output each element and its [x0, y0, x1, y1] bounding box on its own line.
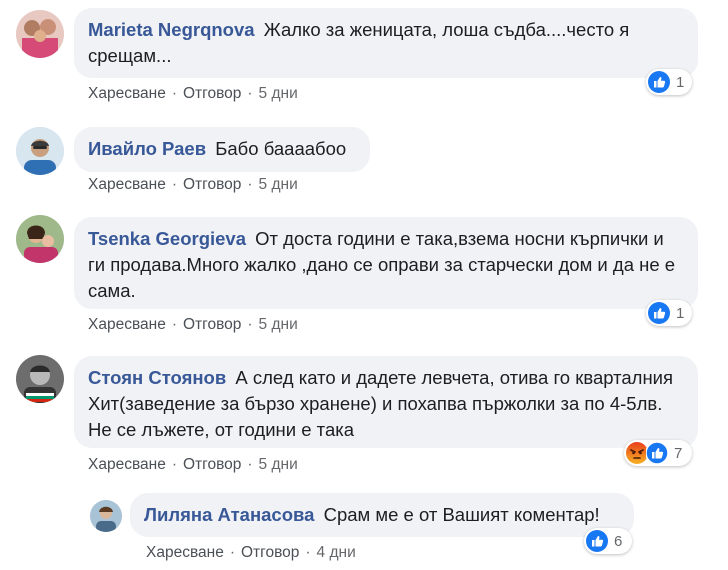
- comment-bubble: Лиляна Атанасова Срам ме е от Вашият ком…: [130, 493, 634, 537]
- reaction-count: 6: [614, 532, 623, 550]
- separator: ·: [171, 316, 177, 333]
- timestamp[interactable]: 5 дни: [259, 176, 298, 193]
- reaction-count: 1: [676, 304, 685, 322]
- reply-link[interactable]: Отговор: [183, 176, 241, 193]
- comment-author[interactable]: Ивайло Раев: [88, 138, 206, 159]
- separator: ·: [247, 85, 253, 102]
- comment-author[interactable]: Стоян Стоянов: [88, 367, 226, 388]
- reply-link[interactable]: Отговор: [183, 456, 241, 473]
- thumbs-up-icon: [648, 302, 670, 324]
- reaction-summary[interactable]: 7: [624, 440, 692, 466]
- separator: ·: [305, 544, 311, 561]
- avatar[interactable]: [16, 355, 64, 403]
- thumbs-up-icon: [586, 530, 608, 552]
- comment-bubble: Стоян Стоянов А след като и дадете левче…: [74, 356, 698, 448]
- separator: ·: [247, 176, 253, 193]
- reaction-count: 1: [676, 73, 685, 91]
- timestamp[interactable]: 5 дни: [259, 456, 298, 473]
- separator: ·: [247, 456, 253, 473]
- reply-link[interactable]: Отговор: [183, 316, 241, 333]
- avatar[interactable]: [16, 215, 64, 263]
- reaction-summary[interactable]: 1: [646, 69, 692, 95]
- timestamp[interactable]: 4 дни: [317, 544, 356, 561]
- comment-actions: Харесване · Отговор · 5 дни: [88, 85, 298, 103]
- like-link[interactable]: Харесване: [88, 316, 166, 333]
- comment-bubble: Tsenka Georgieva От доста години е така,…: [74, 217, 698, 309]
- like-link[interactable]: Харесване: [88, 176, 166, 193]
- separator: ·: [171, 456, 177, 473]
- reaction-summary[interactable]: 6: [584, 528, 632, 554]
- avatar[interactable]: [16, 10, 64, 58]
- angry-face-icon: [626, 442, 648, 464]
- reaction-count: 7: [674, 444, 683, 462]
- comment-bubble: Marieta Negrqnova Жалко за женицата, лош…: [74, 8, 698, 78]
- reaction-summary[interactable]: 1: [646, 300, 692, 326]
- comment-actions: Харесване · Отговор · 4 дни: [146, 544, 356, 562]
- comment-text: Бабо баааабоо: [215, 138, 347, 159]
- separator: ·: [171, 176, 177, 193]
- thumbs-up-icon: [648, 71, 670, 93]
- separator: ·: [229, 544, 235, 561]
- like-link[interactable]: Харесване: [88, 456, 166, 473]
- timestamp[interactable]: 5 дни: [259, 316, 298, 333]
- timestamp[interactable]: 5 дни: [259, 85, 298, 102]
- thumbs-up-icon: [646, 442, 668, 464]
- reply-link[interactable]: Отговор: [241, 544, 299, 561]
- separator: ·: [171, 85, 177, 102]
- comment-author[interactable]: Tsenka Georgieva: [88, 228, 246, 249]
- comment-actions: Харесване · Отговор · 5 дни: [88, 176, 298, 194]
- comment-author[interactable]: Лиляна Атанасова: [144, 504, 314, 525]
- like-link[interactable]: Харесване: [146, 544, 224, 561]
- like-link[interactable]: Харесване: [88, 85, 166, 102]
- comment-bubble: Ивайло Раев Бабо баааабоо: [74, 127, 370, 172]
- comment-author[interactable]: Marieta Negrqnova: [88, 19, 255, 40]
- avatar[interactable]: [16, 127, 64, 175]
- comment-text: Срам ме е от Вашият коментар!: [323, 504, 600, 525]
- reply-link[interactable]: Отговор: [183, 85, 241, 102]
- avatar[interactable]: [90, 500, 122, 532]
- comment-actions: Харесване · Отговор · 5 дни: [88, 456, 298, 474]
- separator: ·: [247, 316, 253, 333]
- comment-actions: Харесване · Отговор · 5 дни: [88, 316, 298, 334]
